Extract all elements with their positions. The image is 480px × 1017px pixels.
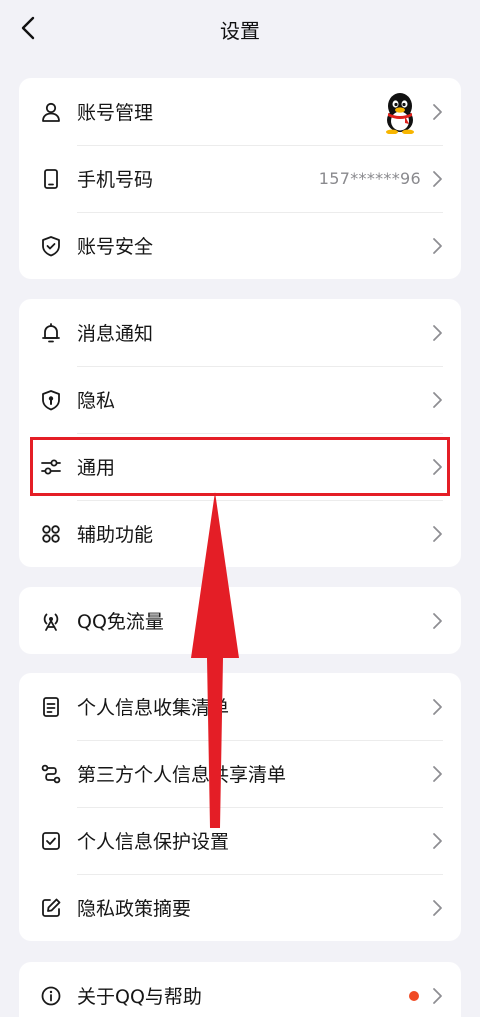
chevron-right-icon [433, 237, 442, 254]
chevron-right-icon [433, 170, 442, 187]
settings-item-label: 隐私 [77, 390, 116, 412]
settings-group-account: 账号管理 手机号码 157******96 账号安全 [19, 78, 461, 279]
settings-item-label: 手机号码 [77, 169, 154, 191]
avatar [381, 90, 419, 134]
chevron-right-icon [433, 899, 442, 916]
settings-item-about-help[interactable]: 关于QQ与帮助 [19, 962, 461, 1017]
chevron-right-icon [433, 832, 442, 849]
settings-item-label: QQ免流量 [77, 611, 164, 633]
phone-number-value: 157******96 [318, 169, 421, 188]
chevron-right-icon [433, 698, 442, 715]
settings-item-third-party-sharing-list[interactable]: 第三方个人信息共享清单 [19, 740, 461, 807]
settings-item-phone-number[interactable]: 手机号码 157******96 [19, 145, 461, 212]
settings-item-label: 辅助功能 [77, 524, 154, 546]
settings-item-free-data[interactable]: QQ免流量 [19, 587, 461, 654]
settings-group-personal-info: 个人信息收集清单 第三方个人信息共享清单 个人信息保护设置 隐私政策摘要 [19, 673, 461, 941]
share-nodes-icon [39, 762, 63, 786]
chevron-left-icon [21, 16, 35, 40]
antenna-icon [39, 609, 63, 633]
settings-group-about: 关于QQ与帮助 [19, 962, 461, 1017]
chevron-right-icon [433, 987, 442, 1004]
chevron-right-icon [433, 525, 442, 542]
settings-item-label: 消息通知 [77, 323, 154, 345]
settings-item-notifications[interactable]: 消息通知 [19, 299, 461, 366]
settings-item-accessibility[interactable]: 辅助功能 [19, 500, 461, 567]
settings-item-account-security[interactable]: 账号安全 [19, 212, 461, 279]
chevron-right-icon [433, 391, 442, 408]
info-icon [39, 984, 63, 1008]
notification-badge [409, 990, 419, 1001]
settings-item-info-protection-settings[interactable]: 个人信息保护设置 [19, 807, 461, 874]
document-icon [39, 695, 63, 719]
shield-lock-icon [39, 388, 63, 412]
shield-check-icon [39, 234, 63, 258]
chevron-right-icon [433, 324, 442, 341]
settings-item-info-collection-list[interactable]: 个人信息收集清单 [19, 673, 461, 740]
settings-item-privacy-policy-summary[interactable]: 隐私政策摘要 [19, 874, 461, 941]
person-icon [39, 100, 63, 124]
page-title: 设置 [220, 18, 260, 43]
chevron-right-icon [433, 612, 442, 629]
settings-item-privacy[interactable]: 隐私 [19, 366, 461, 433]
settings-item-label: 通用 [77, 457, 116, 479]
settings-item-label: 账号安全 [77, 236, 154, 258]
settings-item-label: 账号管理 [77, 102, 154, 124]
penguin-avatar-icon [386, 92, 414, 134]
settings-item-account-management[interactable]: 账号管理 [19, 78, 461, 145]
checkbox-icon [39, 829, 63, 853]
bell-icon [39, 321, 63, 345]
phone-icon [39, 167, 63, 191]
top-bar: 设置 [0, 0, 480, 58]
settings-group-general: 消息通知 隐私 通用 辅助功能 [19, 299, 461, 567]
chevron-right-icon [433, 103, 442, 120]
settings-item-label: 第三方个人信息共享清单 [77, 764, 287, 786]
settings-item-label: 关于QQ与帮助 [77, 986, 202, 1008]
edit-icon [39, 896, 63, 920]
chevron-right-icon [433, 458, 442, 475]
sliders-icon [39, 455, 63, 479]
grid-circles-icon [39, 522, 63, 546]
settings-item-label: 个人信息收集清单 [77, 697, 230, 719]
settings-item-label: 个人信息保护设置 [77, 831, 230, 853]
settings-item-label: 隐私政策摘要 [77, 898, 192, 920]
chevron-right-icon [433, 765, 442, 782]
settings-item-general[interactable]: 通用 [19, 433, 461, 500]
settings-group-data: QQ免流量 [19, 587, 461, 654]
back-button[interactable] [10, 10, 46, 46]
